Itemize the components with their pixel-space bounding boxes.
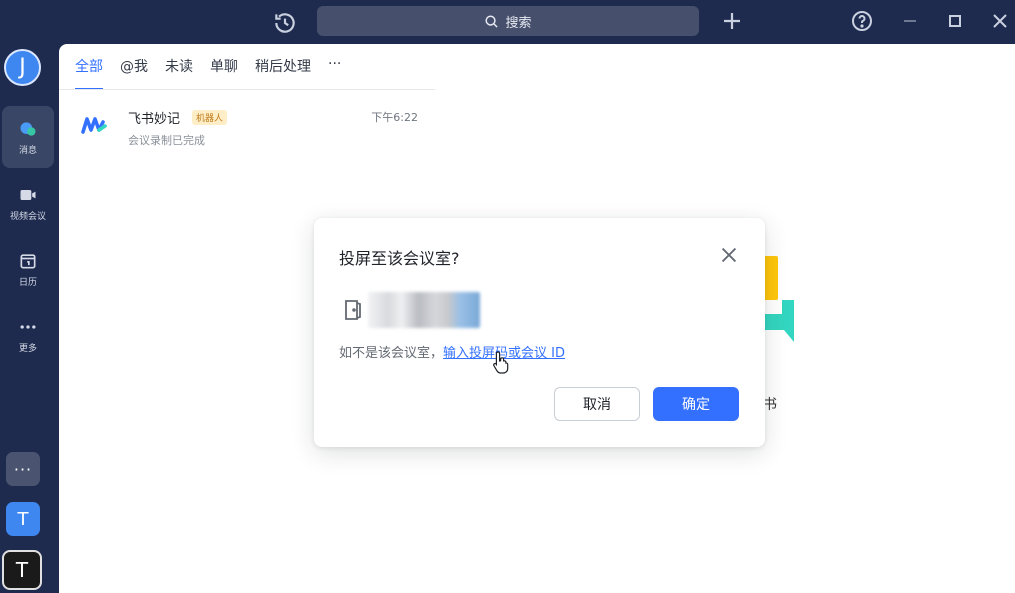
help-icon[interactable] — [850, 9, 874, 33]
avatar[interactable]: J — [4, 49, 41, 86]
hand-cursor-icon — [492, 350, 510, 374]
tab-later[interactable]: 稍后处理 — [255, 56, 311, 84]
maximize-icon[interactable] — [943, 9, 967, 33]
left-nav-rail: J 消息 视频会议 日历 更多 ··· T T — [0, 44, 59, 593]
app-logo-fragment-teal — [762, 300, 794, 342]
plus-icon[interactable] — [720, 9, 744, 33]
more-apps-button[interactable]: ··· — [6, 452, 40, 486]
cancel-button[interactable]: 取消 — [554, 387, 640, 421]
meeting-room-icon — [343, 299, 363, 321]
chat-time: 下午6:22 — [371, 111, 418, 124]
hint-row: 如不是该会议室，输入投屏码或会议 ID — [339, 342, 565, 361]
video-camera-icon — [20, 189, 36, 200]
chat-preview: 会议录制已完成 — [128, 134, 205, 147]
rail-item-label: 日历 — [18, 277, 37, 288]
bot-badge: 机器人 — [192, 110, 228, 125]
search-bar[interactable]: 搜索 — [317, 6, 699, 36]
title-bar: 搜索 — [0, 0, 1015, 44]
divider — [59, 89, 435, 90]
calendar-icon — [20, 253, 36, 268]
tab-unread[interactable]: 未读 — [165, 56, 193, 84]
dialog-title: 投屏至该会议室? — [339, 249, 460, 268]
minutes-logo-icon — [79, 110, 109, 140]
rail-item-label: 更多 — [18, 343, 37, 354]
tab-more[interactable]: ··· — [328, 56, 341, 84]
search-icon — [485, 14, 499, 28]
chat-filter-tabs: 全部 @我 未读 单聊 稍后处理 ··· — [75, 56, 358, 90]
chat-name: 飞书妙记 — [128, 112, 181, 127]
confirm-button[interactable]: 确定 — [653, 387, 739, 421]
room-name-redacted — [368, 292, 480, 328]
search-label: 搜索 — [505, 15, 532, 31]
rail-item-label: 视频会议 — [9, 211, 46, 222]
chat-bubble-icon — [20, 121, 36, 136]
minimize-icon[interactable] — [898, 9, 922, 33]
rail-item-video-meeting[interactable]: 视频会议 — [0, 172, 56, 234]
list-item[interactable]: 飞书妙记 机器人 下午6:22 会议录制已完成 — [59, 102, 435, 152]
tab-direct[interactable]: 单聊 — [210, 56, 238, 84]
rail-item-more[interactable]: 更多 — [0, 304, 56, 366]
tab-all[interactable]: 全部 — [75, 56, 103, 90]
close-window-icon[interactable] — [988, 9, 1012, 33]
hint-text: 如不是该会议室， — [339, 346, 444, 361]
history-icon[interactable] — [272, 10, 298, 34]
rail-item-label: 消息 — [18, 145, 37, 156]
tab-mentions[interactable]: @我 — [120, 56, 148, 84]
rail-item-messages[interactable]: 消息 — [2, 106, 54, 168]
app-name-fragment: 书 — [763, 397, 777, 413]
rail-item-calendar[interactable]: 日历 — [0, 238, 56, 300]
cast-screen-dialog: 投屏至该会议室? 如不是该会议室，输入投屏码或会议 ID 取消 确定 — [314, 218, 765, 447]
close-icon[interactable] — [718, 244, 740, 266]
workspace-t-dark-button[interactable]: T — [2, 550, 42, 590]
more-dots-icon — [20, 324, 36, 329]
workspace-t-button[interactable]: T — [6, 502, 40, 536]
